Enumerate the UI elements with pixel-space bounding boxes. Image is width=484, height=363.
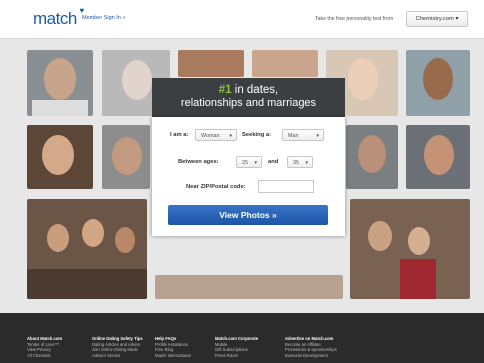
site-footer: About Match.com Tender of Love™ View Pri… [0,313,484,363]
profile-photo [178,50,244,77]
and-label: and [268,159,279,165]
profile-photo [102,125,150,189]
hero-subheadline: relationships and marriages [180,97,317,109]
footer-link[interactable]: Join Online Dating Mode [92,347,143,353]
footer-link[interactable]: Match International [155,353,191,359]
footer-column-help: Help FAQs Profile Assistance Free Blog M… [155,336,191,358]
i-am-label: I am a: [170,132,189,138]
seeking-label: Seeking a: [242,132,271,138]
profile-photo [346,125,398,189]
seeking-select[interactable]: Man ▾ [282,129,324,141]
footer-heading[interactable]: Match.com Corporate [215,336,258,342]
member-sign-in-link[interactable]: Member Sign In » [82,15,125,21]
footer-column-corporate: Match.com Corporate Mobile Gift Subscrip… [215,336,258,358]
ages-label: Between ages: [178,159,219,165]
footer-heading[interactable]: Advertise on Match.com [285,336,337,342]
footer-link[interactable]: Advisor Stories [92,353,143,359]
gender-select[interactable]: Woman ▾ [195,129,237,141]
hero-banner: #1 in dates, relationships and marriages [152,78,345,117]
profile-photo [252,50,318,77]
profile-photo [350,199,470,299]
heart-icon: ♥ [79,6,85,15]
site-header: match ♥ Member Sign In » Take the free pe… [0,0,484,39]
hero-headline: #1 in dates, [218,84,279,96]
footer-link[interactable]: Business Development [285,353,337,359]
chevron-down-icon: ▾ [254,160,257,166]
footer-column-safety: Online Dating Safety Tips Dating Article… [92,336,143,358]
footer-heading[interactable]: Online Dating Safety Tips [92,336,143,342]
footer-link[interactable]: Press Room [215,353,258,359]
chevron-down-icon: ▾ [316,133,319,139]
zip-input[interactable] [258,180,314,193]
footer-column-advertise: Advertise on Match.com Become an Affilia… [285,336,337,358]
personality-test-promo: Take the free personality test from [315,16,394,22]
age-max-select[interactable]: 35 ▾ [287,156,313,168]
chevron-down-icon: ▾ [229,133,232,139]
zip-label: Near ZIP/Postal code: [186,184,246,190]
profile-photo [27,199,147,299]
profile-photo [27,50,93,116]
chevron-down-icon: ▾ [305,160,308,166]
match-logo[interactable]: match ♥ [33,6,84,29]
profile-photo [27,125,93,189]
age-min-select[interactable]: 25 ▾ [236,156,262,168]
footer-column-about: About Match.com Tender of Love™ View Pri… [27,336,62,358]
view-photos-button[interactable]: View Photos » [168,205,328,225]
profile-photo [406,125,470,189]
profile-photo [155,275,343,299]
chemistry-button[interactable]: Chemistry.com ▾ [406,11,468,27]
footer-link[interactable]: Promotions & Sponsorships [285,347,337,353]
profile-photo [406,50,470,116]
footer-heading[interactable]: About Match.com [27,336,62,342]
footer-link[interactable]: All Channels [27,353,62,359]
